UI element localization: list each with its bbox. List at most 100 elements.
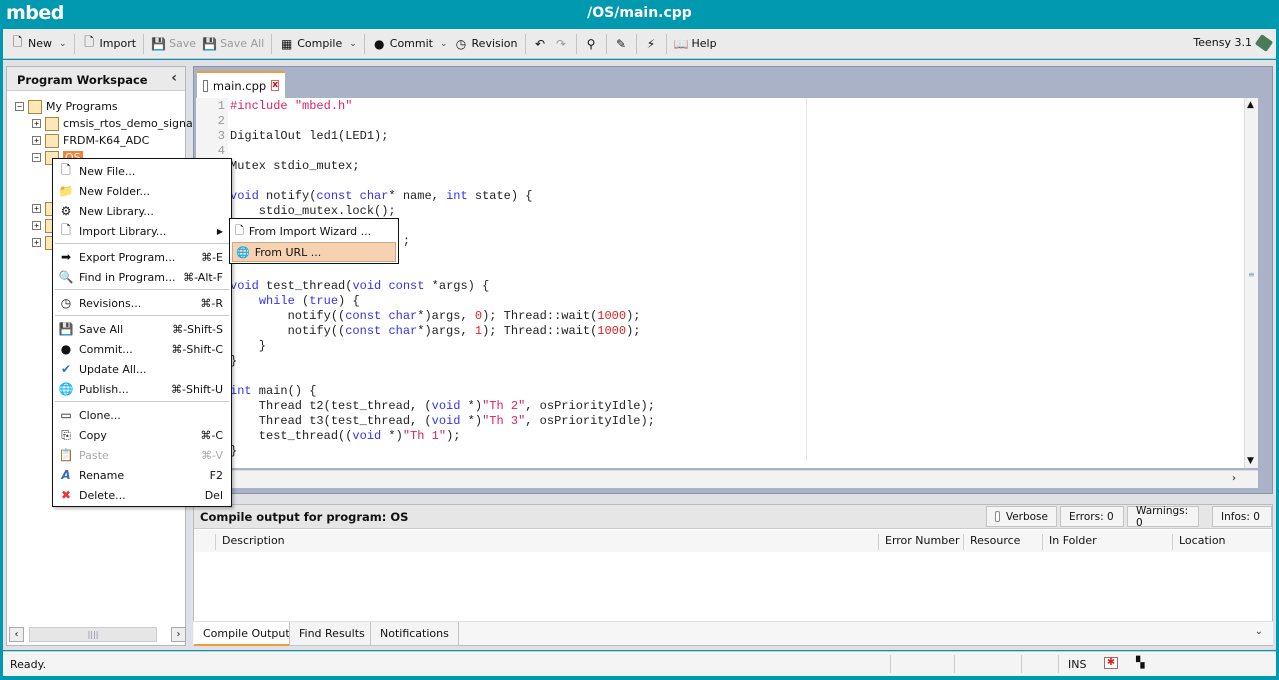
checkmark-icon: ✔ [60, 362, 72, 376]
code-token: true [309, 294, 339, 308]
menu-item-save-all[interactable]: 💾 Save All ⌘-Shift-S [55, 319, 229, 339]
menu-item-rename[interactable]: A Rename F2 [55, 465, 229, 485]
tab-compile-output[interactable]: Compile Output [194, 622, 299, 646]
close-tab-icon[interactable]: x [271, 80, 279, 91]
column-location[interactable]: Location [1172, 534, 1226, 550]
button-label: Save [169, 37, 197, 50]
menu-item-new-library[interactable]: ⚙ New Library... [55, 201, 229, 221]
flag-icon[interactable]: ✱ [1104, 657, 1118, 669]
menu-item-clone[interactable]: ▭ Clone... [55, 405, 229, 425]
warnings-filter[interactable]: Warnings: 0 [1127, 505, 1199, 529]
menu-item-update-all[interactable]: ✔ Update All... [55, 359, 229, 379]
vertical-scrollbar[interactable]: ▲ ≡ ▼ [1244, 98, 1258, 468]
menu-item-copy[interactable]: ⎘ Copy ⌘-C [55, 425, 229, 445]
undo-icon: ↶ [534, 36, 546, 51]
scroll-right-icon[interactable]: › [1232, 473, 1236, 484]
binoculars-button[interactable]: ⚲ [581, 33, 602, 55]
code-editor[interactable]: 1234 #include "mbed.h" DigitalOut led1(LE… [196, 98, 1258, 468]
expand-toggle[interactable]: + [32, 136, 41, 145]
save-icon: 💾 [151, 36, 167, 51]
submenu-item-from-url[interactable]: 🌐 From URL ... [232, 242, 396, 262]
programs-folder-icon [28, 99, 42, 114]
expand-toggle[interactable]: + [32, 221, 41, 230]
collapse-chevron-icon[interactable]: ‹ [171, 70, 177, 86]
new-library-icon: ⚙ [60, 204, 72, 218]
cpp-file-icon [203, 79, 208, 92]
code-token: , osPriorityIdle); [525, 414, 655, 428]
menu-item-new-folder[interactable]: 📁 New Folder... [55, 181, 229, 201]
scroll-thumb-grip[interactable]: ≡ [1248, 270, 1255, 279]
infos-filter[interactable]: Infos: 0 [1212, 506, 1272, 527]
save-all-button[interactable]: 💾 Save All [199, 33, 267, 55]
compile-button[interactable]: ▦ Compile ⌄ [276, 33, 360, 55]
code-token: "Th 2" [482, 399, 526, 413]
column-error-number[interactable]: Error Number [878, 534, 960, 550]
toolbar: 🗋 New ⌄ 🗋 Import 💾 Save 💾 Save All ▦ Compile ⌄ ● Comm… [3, 29, 1276, 59]
copy-icon: ⎘ [61, 427, 71, 442]
menu-item-paste[interactable]: 📋 Paste ⌘-V [55, 445, 229, 465]
verbose-checkbox[interactable]: Verbose [986, 506, 1057, 527]
redo-button[interactable]: ↷ [551, 33, 572, 55]
collapse-toggle[interactable]: − [15, 102, 24, 111]
errors-filter[interactable]: Errors: 0 [1060, 506, 1124, 527]
title-bar: mbed /OS/main.cpp [0, 0, 1279, 28]
horizontal-scrollbar[interactable]: ‹ |||| › [9, 627, 186, 643]
menu-item-new-file[interactable]: 🗋 New File... [55, 161, 229, 181]
tree-item-program[interactable]: + FRDM-K64_ADC [32, 132, 149, 149]
menu-item-commit[interactable]: ● Commit... ⌘-Shift-C [55, 339, 229, 359]
window-icon[interactable]: ▚ [1136, 656, 1150, 670]
expand-toggle[interactable]: + [32, 204, 41, 213]
expand-toggle[interactable]: + [32, 238, 41, 247]
chevron-down-icon[interactable]: ⌄ [349, 39, 357, 49]
chevron-down-icon[interactable]: ⌄ [1255, 626, 1263, 637]
menu-item-find-in-program[interactable]: 🔍 Find in Program... ⌘-Alt-F [55, 267, 229, 287]
collapse-toggle[interactable]: − [32, 153, 41, 162]
undo-button[interactable]: ↶ [530, 33, 551, 55]
save-button[interactable]: 💾 Save [148, 33, 199, 55]
menu-item-export-program[interactable]: ➡ Export Program... ⌘-E [55, 247, 229, 267]
checkbox-box[interactable] [995, 511, 1000, 522]
tab-find-results[interactable]: Find Results [289, 622, 375, 646]
submenu-item-from-import-wizard[interactable]: 🗋 From Import Wizard ... [232, 221, 396, 241]
status-text: Ready. [10, 658, 47, 671]
tree-root[interactable]: − My Programs [15, 98, 118, 115]
chevron-down-icon[interactable]: ⌄ [440, 39, 448, 49]
code-token: * name, [388, 189, 447, 203]
commit-button[interactable]: ● Commit ⌄ [369, 33, 451, 55]
menu-item-publish[interactable]: 🌐 Publish... ⌘-Shift-U [55, 379, 229, 399]
menu-item-label: From URL ... [254, 245, 322, 259]
scroll-right-icon[interactable]: › [171, 627, 186, 642]
divider [890, 655, 891, 673]
scroll-left-icon[interactable]: ‹ [9, 627, 24, 642]
tree-item-program[interactable]: + cmsis_rtos_demo_signal [32, 115, 196, 132]
globe-icon: 🌐 [58, 382, 74, 396]
code-line: void notify(const char* name, int state)… [230, 189, 532, 204]
scroll-down-icon[interactable]: ▼ [1247, 456, 1254, 466]
column-description[interactable]: Description [215, 534, 285, 550]
menu-item-label: Export Program... [79, 250, 176, 264]
menu-item-delete[interactable]: ✖ Delete... Del [55, 485, 229, 505]
line-number: 4 [217, 144, 225, 158]
expand-toggle[interactable]: + [32, 119, 41, 128]
new-button[interactable]: 🗋 New ⌄ [7, 33, 70, 55]
column-in-folder[interactable]: In Folder [1042, 534, 1097, 550]
tab-notifications[interactable]: Notifications [370, 622, 459, 646]
tab-main-cpp[interactable]: main.cpp x [197, 71, 285, 98]
revision-button[interactable]: ◷ Revision [451, 33, 521, 55]
import-button[interactable]: 🗋 Import [79, 33, 140, 55]
redo-icon: ↷ [555, 36, 567, 51]
wand-button[interactable]: ⚡ [641, 33, 662, 55]
board-selector[interactable]: Teensy 3.1 [1193, 33, 1274, 52]
scroll-up-icon[interactable]: ▲ [1247, 100, 1254, 110]
format-button[interactable]: ✎ [611, 33, 632, 55]
code-token: } [230, 339, 267, 353]
menu-item-revisions[interactable]: ◷ Revisions... ⌘-R [55, 293, 229, 313]
editor-horizontal-scrollbar[interactable]: › [196, 470, 1258, 488]
button-label: Import [99, 37, 137, 50]
chevron-down-icon[interactable]: ⌄ [59, 39, 67, 49]
help-button[interactable]: 📖 Help [671, 33, 720, 55]
menu-item-import-library[interactable]: 🗋 Import Library... ▶ [55, 221, 229, 241]
column-resource[interactable]: Resource [963, 534, 1020, 550]
scroll-thumb[interactable]: |||| [29, 627, 157, 642]
window-title: /OS/main.cpp [587, 5, 692, 21]
